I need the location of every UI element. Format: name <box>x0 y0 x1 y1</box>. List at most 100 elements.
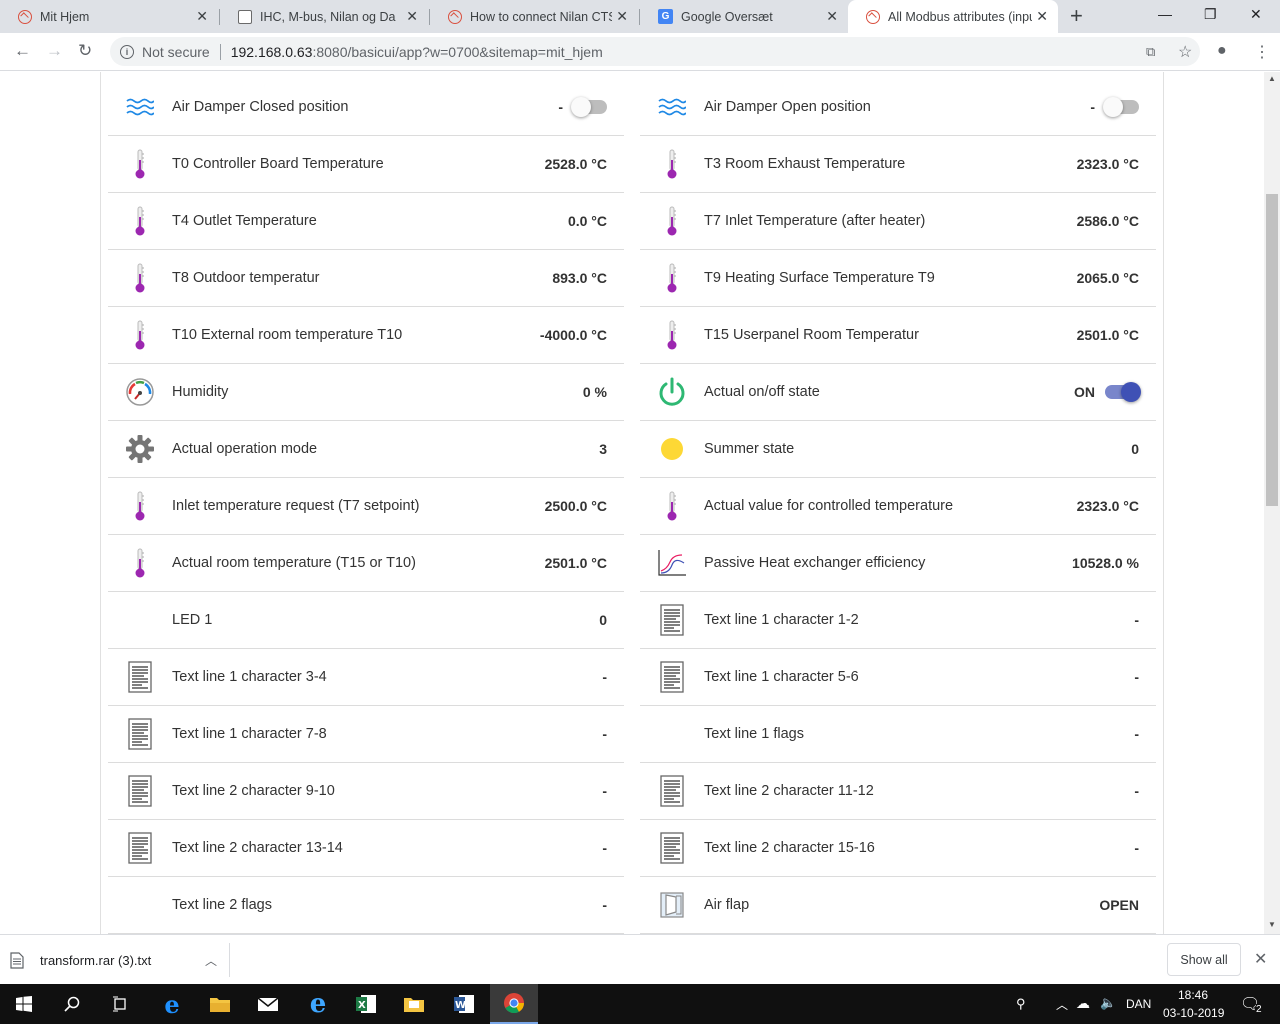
windows-start-icon[interactable] <box>0 984 48 1024</box>
power-icon <box>640 364 704 421</box>
item-value: - <box>1134 669 1139 685</box>
onedrive-cloud-icon[interactable]: ☁ <box>1076 995 1090 1012</box>
item-label: Inlet temperature request (T7 setpoint) <box>172 498 420 514</box>
close-tab-icon[interactable]: ✕ <box>616 8 628 25</box>
item-label: Text line 1 character 3-4 <box>172 669 327 685</box>
word-icon[interactable]: W <box>440 984 488 1024</box>
sitemap-row: Text line 1 character 1-2 - <box>640 592 1156 649</box>
tab-bar: Mit Hjem ✕ IHC, M-bus, Nilan og Da ✕ How… <box>0 0 1280 33</box>
volume-icon[interactable]: 🔈 <box>1100 995 1116 1011</box>
item-value: -4000.0 °C <box>539 327 607 343</box>
sitemap-row: Text line 2 character 13-14 - <box>108 820 624 877</box>
toggle-switch[interactable] <box>1105 382 1141 402</box>
item-label: T3 Room Exhaust Temperature <box>704 156 906 172</box>
chrome-icon[interactable] <box>490 984 538 1024</box>
thermometer-icon <box>640 307 704 364</box>
people-icon[interactable]: ⚲ <box>1016 996 1026 1012</box>
openhab-icon <box>448 9 462 24</box>
toggle-knob[interactable] <box>1121 382 1141 402</box>
vertical-scrollbar[interactable]: ▲ ▼ <box>1264 72 1280 934</box>
address-separator <box>219 43 221 60</box>
download-item[interactable]: transform.rar (3).txt ︿ <box>10 943 230 977</box>
browser-toolbar: ← → ↻ i Not secure 192.168.0.63 :8080/ba… <box>0 33 1280 71</box>
tab-4-active[interactable]: All Modbus attributes (inpu ✕ <box>848 0 1058 33</box>
download-bar: transform.rar (3).txt ︿ Show all ✕ <box>0 934 1280 984</box>
item-label: Air Damper Open position <box>704 99 871 115</box>
sitemap-row: T15 Userpanel Room Temperatur 2501.0 °C <box>640 307 1156 364</box>
item-value: 0.0 °C <box>567 213 607 229</box>
thermometer-icon <box>108 478 172 535</box>
toggle-knob[interactable] <box>1103 97 1123 117</box>
scrollbar-thumb[interactable] <box>1266 194 1278 506</box>
sitemap-row: Text line 1 character 3-4 - <box>108 649 624 706</box>
forward-icon[interactable]: → <box>46 41 63 61</box>
excel-icon[interactable]: X <box>342 984 390 1024</box>
thermometer-icon <box>108 250 172 307</box>
item-label: Text line 1 flags <box>704 726 804 742</box>
sitemap-row: Inlet temperature request (T7 setpoint) 2… <box>108 478 624 535</box>
airflow-icon <box>640 79 704 136</box>
minimize-button[interactable]: — <box>1158 6 1172 22</box>
thermometer-icon <box>108 193 172 250</box>
tab-1[interactable]: IHC, M-bus, Nilan og Da ✕ <box>220 0 428 33</box>
input-language[interactable]: DAN <box>1126 997 1151 1011</box>
sitemap-row[interactable]: Air Damper Open position - <box>640 79 1156 136</box>
mail-icon[interactable] <box>244 984 292 1024</box>
chevron-up-icon[interactable]: ︿ <box>205 952 217 969</box>
toggle-switch[interactable] <box>571 97 607 117</box>
close-tab-icon[interactable]: ✕ <box>826 8 838 25</box>
tab-3[interactable]: G Google Oversæt ✕ <box>640 0 848 33</box>
menu-kebab-icon[interactable]: ⋮ <box>1254 42 1270 62</box>
item-value: - <box>1090 99 1095 115</box>
task-view-icon[interactable] <box>96 984 144 1024</box>
bookmark-star-icon[interactable]: ☆ <box>1178 42 1192 62</box>
close-window-button[interactable]: ✕ <box>1250 6 1262 23</box>
tab-0[interactable]: Mit Hjem ✕ <box>0 0 218 33</box>
tab-title: All Modbus attributes (inpu <box>888 9 1033 24</box>
scroll-up-icon[interactable]: ▲ <box>1268 74 1276 83</box>
item-label: Air Damper Closed position <box>172 99 349 115</box>
close-download-bar-button[interactable]: ✕ <box>1254 949 1267 969</box>
info-icon[interactable]: i <box>120 44 134 59</box>
translate-icon[interactable]: ⧉ <box>1146 44 1155 60</box>
thermometer-icon <box>108 136 172 193</box>
close-tab-icon[interactable]: ✕ <box>406 8 418 25</box>
reload-icon[interactable]: ↻ <box>78 41 92 61</box>
search-icon[interactable] <box>48 984 96 1024</box>
file-explorer-icon[interactable] <box>196 984 244 1024</box>
outlook-folder-icon[interactable] <box>390 984 438 1024</box>
show-hidden-icons-chevron[interactable]: ︿ <box>1056 996 1068 1013</box>
toggle-switch[interactable] <box>1103 97 1139 117</box>
sitemap-row[interactable]: Air Damper Closed position - <box>108 79 624 136</box>
item-value: - <box>1134 612 1139 628</box>
sitemap-row[interactable]: Actual on/off state ON <box>640 364 1156 421</box>
security-label: Not secure <box>142 43 210 60</box>
sitemap-row: Air flap OPEN <box>640 877 1156 934</box>
item-label: Text line 2 character 11-12 <box>704 783 874 799</box>
sitemap-row: Actual operation mode 3 <box>108 421 624 478</box>
toggle-knob[interactable] <box>571 97 591 117</box>
back-icon[interactable]: ← <box>14 41 31 61</box>
show-all-button[interactable]: Show all <box>1167 943 1241 976</box>
restore-button[interactable]: ❐ <box>1204 6 1217 23</box>
clock-time[interactable]: 18:46 <box>1178 988 1208 1002</box>
item-label: LED 1 <box>172 612 213 628</box>
item-label: Actual room temperature (T15 or T10) <box>172 555 416 571</box>
edge-legacy-icon[interactable]: e <box>148 984 196 1024</box>
item-value: 893.0 °C <box>552 270 607 286</box>
item-value: 2586.0 °C <box>1076 213 1139 229</box>
item-label: Text line 1 character 7-8 <box>172 726 327 742</box>
internet-explorer-icon[interactable]: e <box>294 984 342 1024</box>
humidity-gauge-icon <box>108 364 172 421</box>
clock-date[interactable]: 03-10-2019 <box>1163 1006 1224 1020</box>
close-tab-icon[interactable]: ✕ <box>1036 8 1048 25</box>
address-bar[interactable]: i Not secure 192.168.0.63 :8080/basicui/… <box>110 37 1200 66</box>
openhab-icon <box>18 9 32 24</box>
item-value: 0 % <box>582 384 607 400</box>
item-value: OPEN <box>1099 897 1139 913</box>
profile-avatar-icon[interactable]: ● <box>1217 42 1227 60</box>
scroll-down-icon[interactable]: ▼ <box>1268 920 1276 929</box>
tab-2[interactable]: How to connect Nilan CTS6 ✕ <box>430 0 638 33</box>
new-tab-button[interactable]: + <box>1070 4 1083 28</box>
close-tab-icon[interactable]: ✕ <box>196 8 208 25</box>
